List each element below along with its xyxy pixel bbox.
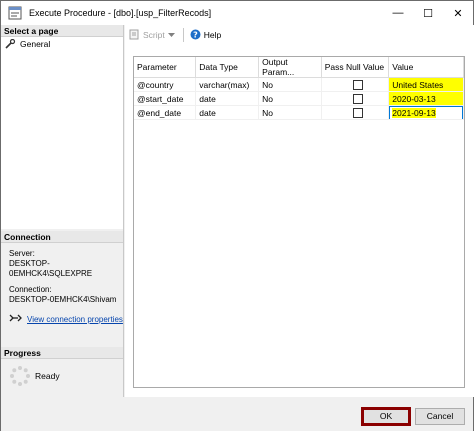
data-type-cell: date: [195, 105, 260, 120]
value-edit-input[interactable]: 2021-09-13: [389, 106, 463, 119]
help-button[interactable]: ? Help: [190, 29, 221, 42]
svg-text:?: ?: [193, 30, 198, 39]
page-item-general[interactable]: General: [1, 37, 123, 50]
data-type-cell: varchar(max): [195, 77, 260, 92]
page-item-label: General: [20, 38, 51, 49]
script-label: Script: [143, 30, 165, 40]
select-page-header: Select a page: [1, 25, 123, 37]
connection-value: DESKTOP-0EMHCK4\Shivam: [9, 295, 117, 304]
column-header-parameter[interactable]: Parameter: [134, 57, 197, 78]
title-bar: Execute Procedure - [dbo].[usp_FilterRec…: [1, 1, 473, 25]
column-header-output-parameter[interactable]: Output Param...: [258, 57, 322, 78]
page-list: General: [1, 37, 123, 229]
help-label: Help: [203, 30, 222, 40]
chevron-down-icon[interactable]: [167, 30, 175, 40]
pass-null-checkbox[interactable]: [352, 79, 363, 90]
value-edit-text: 2021-09-13: [392, 108, 436, 118]
table-row: @country varchar(max) No United States: [134, 77, 464, 92]
cancel-button[interactable]: Cancel: [415, 408, 465, 425]
script-icon: [129, 29, 140, 42]
view-connection-properties-link[interactable]: View connection properties: [27, 315, 123, 325]
connection-label: Connection:: [9, 285, 52, 294]
parameter-cell: @country: [134, 77, 197, 92]
procedure-icon: [7, 5, 23, 21]
right-panel: Script ? Help Parameter Data Type Output…: [125, 25, 474, 397]
progress-status: Ready: [35, 371, 60, 381]
ok-button[interactable]: OK: [361, 407, 411, 426]
grid-header-row: Parameter Data Type Output Param... Pass…: [134, 57, 464, 78]
wrench-icon: [5, 38, 17, 49]
progress-header: Progress: [1, 347, 123, 359]
pass-null-cell: [321, 77, 390, 92]
output-cell: No: [258, 105, 322, 120]
column-header-value[interactable]: Value: [388, 57, 464, 78]
value-cell[interactable]: 2020-03-13: [388, 91, 464, 106]
toolbar-divider: [182, 28, 184, 42]
output-cell: No: [258, 91, 322, 106]
connection-header: Connection: [1, 231, 123, 243]
server-value: DESKTOP-0EMHCK4\SQLEXPRE: [9, 259, 93, 278]
pass-null-cell: [321, 91, 390, 106]
column-header-data-type[interactable]: Data Type: [195, 57, 260, 78]
window-title: Execute Procedure - [dbo].[usp_FilterRec…: [29, 8, 212, 18]
progress-spinner-icon: [9, 365, 31, 387]
script-button[interactable]: Script: [129, 29, 175, 42]
pass-null-checkbox[interactable]: [352, 93, 363, 104]
maximize-button[interactable]: ☐: [413, 1, 443, 25]
button-bar: OK Cancel: [1, 398, 473, 431]
value-cell[interactable]: United States: [388, 77, 464, 92]
execute-procedure-dialog: Execute Procedure - [dbo].[usp_FilterRec…: [0, 0, 474, 431]
pass-null-checkbox[interactable]: [352, 107, 363, 118]
pass-null-cell: [321, 105, 390, 120]
value-cell-editing[interactable]: 2021-09-13: [388, 105, 464, 120]
window-controls: — ☐ ✕: [383, 1, 473, 25]
connection-properties-icon: [9, 313, 23, 326]
left-panel: Select a page General Connection Server:…: [1, 25, 124, 397]
parameter-cell: @start_date: [134, 91, 197, 106]
close-button[interactable]: ✕: [443, 1, 473, 25]
server-label: Server:: [9, 249, 35, 258]
table-row: @start_date date No 2020-03-13: [134, 91, 464, 106]
output-cell: No: [258, 77, 322, 92]
parameters-grid: Parameter Data Type Output Param... Pass…: [133, 56, 465, 388]
column-header-pass-null-value[interactable]: Pass Null Value: [321, 57, 390, 78]
data-type-cell: date: [195, 91, 260, 106]
parameter-cell: @end_date: [134, 105, 197, 120]
help-icon: ?: [190, 29, 201, 42]
toolbar: Script ? Help: [125, 25, 474, 45]
table-row: @end_date date No 2021-09-13: [134, 105, 464, 120]
connection-section: Connection Server: DESKTOP-0EMHCK4\SQLEX…: [1, 231, 123, 344]
progress-section: Progress Ready: [1, 347, 123, 397]
minimize-button[interactable]: —: [383, 1, 413, 25]
